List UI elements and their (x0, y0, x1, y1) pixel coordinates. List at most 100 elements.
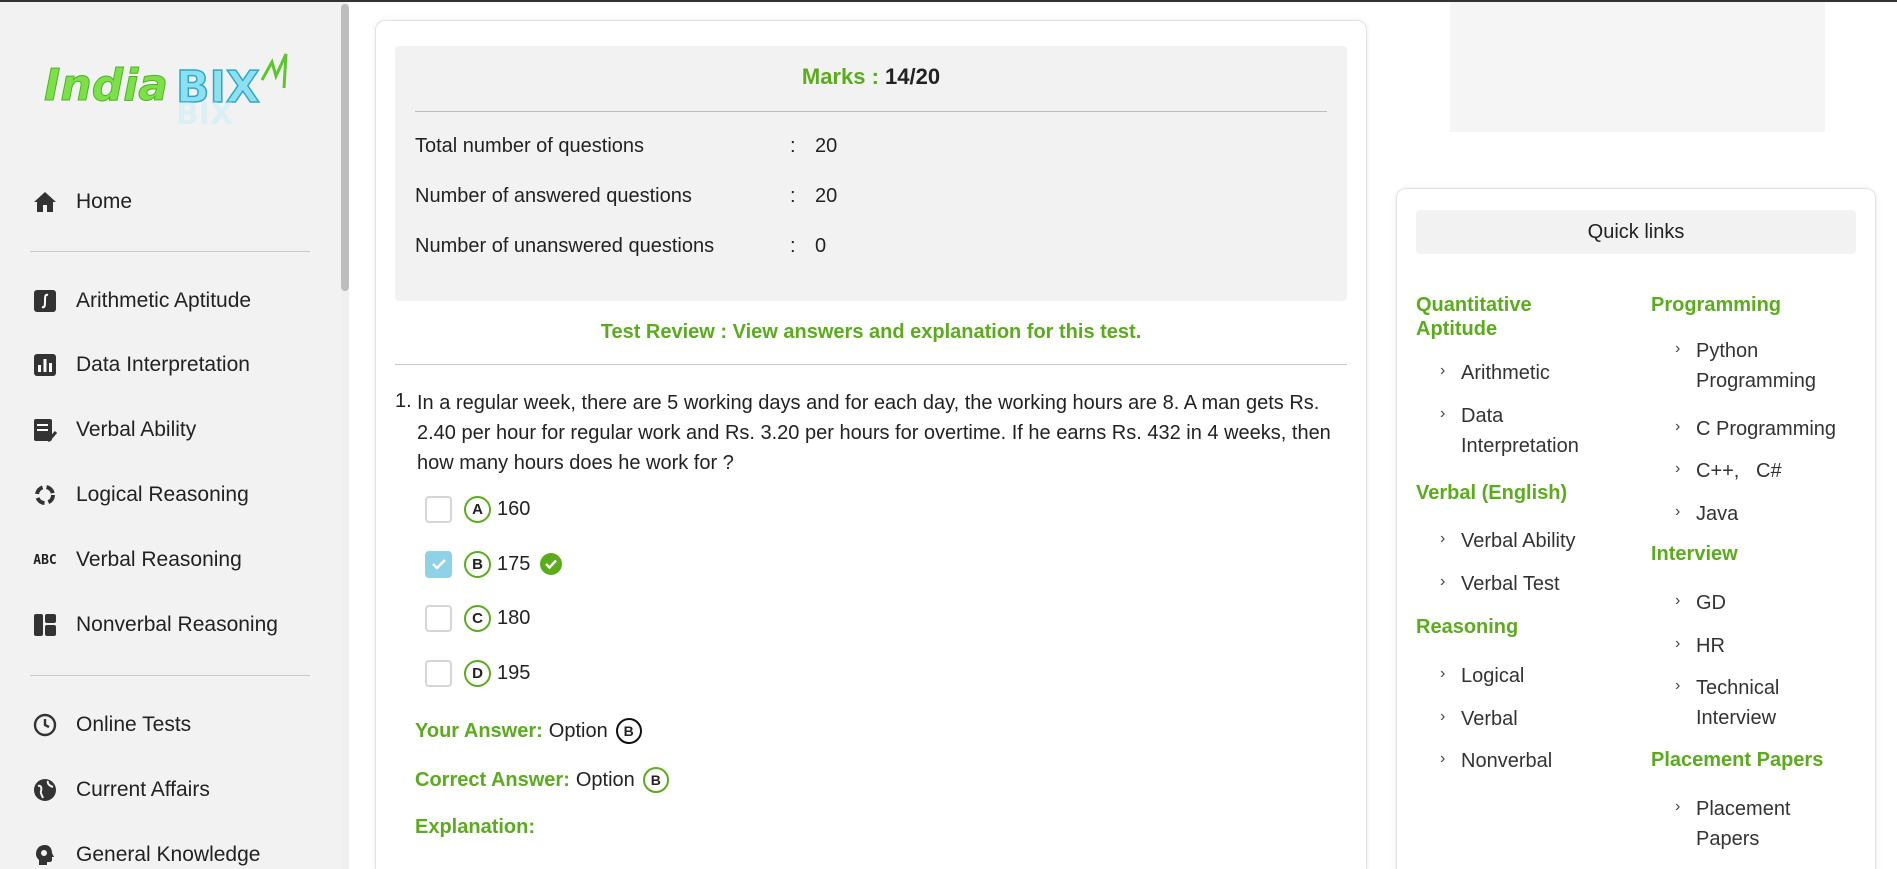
option-c[interactable]: C 180 (425, 603, 530, 633)
your-answer-label: Your Answer: (415, 719, 543, 742)
chevron-right-icon: › (1440, 362, 1446, 379)
ql-link-verbal-ability[interactable]: Verbal Ability (1461, 526, 1576, 556)
chevron-right-icon: › (1675, 677, 1681, 694)
ql-link-java[interactable]: Java (1696, 499, 1738, 529)
summary-divider (415, 111, 1327, 112)
chevron-right-icon: › (1675, 418, 1681, 435)
chevron-right-icon: › (1675, 592, 1681, 609)
ql-link-verbal[interactable]: Verbal (1461, 704, 1518, 734)
abc-icon: ABC (33, 552, 57, 568)
sidebar-item-data-interpretation[interactable]: Data Interpretation (30, 348, 250, 382)
ql-link-nonverbal[interactable]: Nonverbal (1461, 746, 1552, 776)
quick-links-title: Quick links (1416, 210, 1856, 254)
option-checkbox[interactable] (425, 495, 452, 523)
summary-row-value: 20 (815, 185, 838, 207)
chevron-right-icon: › (1440, 708, 1446, 725)
ql-link-data-interpretation[interactable]: Data Interpretation (1461, 401, 1611, 461)
clock-icon (30, 712, 60, 738)
sidebar-item-online-tests[interactable]: Online Tests (30, 708, 191, 742)
svg-text:India: India (44, 60, 168, 111)
sidebar-item-verbal-reasoning[interactable]: ABC Verbal Reasoning (30, 543, 242, 577)
ql-link-c-programming[interactable]: C Programming (1696, 414, 1836, 444)
document-check-icon (30, 417, 60, 443)
chevron-right-icon: › (1440, 530, 1446, 547)
ql-link-logical[interactable]: Logical (1461, 661, 1524, 691)
your-answer-letter: B (615, 718, 642, 744)
ql-link-technical-interview[interactable]: Technical Interview (1696, 673, 1816, 733)
sidebar-item-label: Verbal Reasoning (76, 548, 242, 571)
sidebar-item-current-affairs[interactable]: Current Affairs (30, 773, 210, 807)
ql-category-verbal-english[interactable]: Verbal (English) (1416, 481, 1567, 505)
option-d[interactable]: D 195 (425, 658, 530, 688)
sidebar-divider (30, 251, 310, 252)
ql-link-gd[interactable]: GD (1696, 588, 1726, 618)
summary-row-colon: : (790, 135, 796, 157)
ql-link-arithmetic[interactable]: Arithmetic (1461, 358, 1550, 388)
chevron-right-icon: › (1440, 665, 1446, 682)
summary-row-label: Total number of questions (415, 135, 645, 157)
option-checkbox[interactable] (425, 604, 452, 632)
option-letter: D (464, 659, 491, 687)
sidebar-item-verbal-ability[interactable]: Verbal Ability (30, 413, 196, 447)
ql-category-programming[interactable]: Programming (1651, 293, 1781, 317)
correct-answer-label: Correct Answer: (415, 768, 570, 791)
ql-link-placement-papers[interactable]: Placement Papers (1696, 794, 1816, 854)
sidebar-item-label: Current Affairs (76, 778, 210, 801)
integral-icon (30, 288, 60, 314)
test-review-link[interactable]: Test Review : View answers and explanati… (395, 321, 1347, 344)
ql-category-interview[interactable]: Interview (1651, 542, 1738, 566)
sidebar-item-general-knowledge[interactable]: General Knowledge (30, 838, 260, 869)
ql-link-cpp-csharp[interactable]: C++, C# (1696, 456, 1782, 486)
ql-link-verbal-test[interactable]: Verbal Test (1461, 569, 1560, 599)
option-letter: A (464, 495, 491, 523)
option-checkbox-checked[interactable] (425, 550, 452, 578)
sidebar-item-arithmetic-aptitude[interactable]: Arithmetic Aptitude (30, 284, 251, 318)
option-value: 160 (497, 497, 531, 520)
chevron-right-icon: › (1675, 798, 1681, 815)
summary-row-colon: : (790, 235, 796, 257)
ql-category-quantitative-aptitude[interactable]: Quantitative Aptitude (1416, 293, 1596, 341)
chevron-right-icon: › (1675, 340, 1681, 357)
sidebar-item-home[interactable]: Home (30, 185, 132, 219)
sidebar-item-nonverbal-reasoning[interactable]: Nonverbal Reasoning (30, 608, 278, 642)
layout-icon (30, 612, 60, 638)
option-a[interactable]: A 160 (425, 494, 530, 524)
correct-answer-letter: B (642, 767, 669, 793)
logo-graphic: India BIX BIX (44, 53, 288, 132)
option-value: 175 (497, 552, 531, 575)
sidebar-item-label: Data Interpretation (76, 353, 250, 376)
explanation-label: Explanation: (415, 816, 536, 838)
option-checkbox[interactable] (425, 659, 452, 687)
ql-category-reasoning[interactable]: Reasoning (1416, 615, 1518, 639)
ql-category-placement-papers[interactable]: Placement Papers (1651, 748, 1823, 772)
cycle-icon (30, 482, 60, 508)
your-answer-text: Option (548, 719, 608, 742)
correct-check-icon (540, 553, 563, 575)
chevron-right-icon: › (1675, 503, 1681, 520)
ql-link-python-programming[interactable]: Python Programming (1696, 336, 1846, 396)
checkmark-icon (431, 559, 446, 570)
option-letter: C (464, 604, 491, 632)
globe-icon (30, 777, 60, 803)
question-text: In a regular week, there are 5 working d… (417, 392, 1331, 474)
marks-value: 14/20 (885, 64, 941, 89)
option-b[interactable]: B 175 (425, 549, 563, 579)
site-logo[interactable]: India BIX BIX (40, 48, 300, 132)
ql-link-hr[interactable]: HR (1696, 631, 1725, 661)
chevron-right-icon: › (1675, 460, 1681, 477)
summary-row-label: Number of answered questions (415, 185, 692, 207)
ad-placeholder (1450, 2, 1825, 132)
correct-answer-text: Option (575, 768, 635, 791)
sidebar-item-label: General Knowledge (76, 843, 261, 866)
summary-row-value: 0 (815, 235, 827, 257)
sidebar-item-label: Logical Reasoning (76, 483, 249, 506)
chevron-right-icon: › (1440, 573, 1446, 590)
summary-row-label: Number of unanswered questions (415, 235, 715, 257)
sidebar-item-logical-reasoning[interactable]: Logical Reasoning (30, 478, 249, 512)
sidebar-scrollbar-thumb[interactable] (341, 4, 349, 291)
home-icon (30, 189, 60, 215)
marks-line: Marks : 14/20 (395, 64, 1347, 90)
summary-row-value: 20 (815, 135, 838, 157)
svg-text:BIX: BIX (176, 97, 233, 128)
chevron-right-icon: › (1440, 405, 1446, 422)
